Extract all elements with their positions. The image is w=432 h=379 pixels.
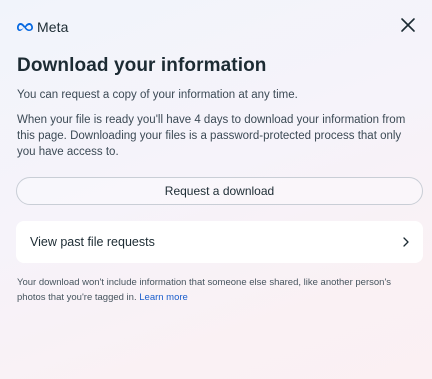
description-request-anytime: You can request a copy of your informati… [17, 89, 298, 101]
download-footnote: Your download won't include information … [17, 275, 420, 305]
view-past-requests-label: View past file requests [30, 235, 155, 249]
close-button[interactable] [396, 15, 420, 39]
request-download-label: Request a download [164, 184, 275, 198]
learn-more-link[interactable]: Learn more [139, 292, 188, 303]
view-past-requests-item[interactable]: View past file requests [16, 221, 423, 263]
request-download-button[interactable]: Request a download [16, 177, 423, 205]
meta-brand: Meta [16, 19, 69, 35]
download-info-panel: Meta Download your information You can r… [0, 0, 432, 379]
description-download-window: When your file is ready you'll have 4 da… [17, 114, 406, 158]
footnote-text: Your download won't include information … [17, 277, 392, 303]
panel-header: Meta [16, 14, 420, 40]
chevron-right-icon [402, 237, 410, 247]
meta-logo-icon [16, 21, 34, 33]
page-title: Download your information [17, 55, 267, 76]
meta-wordmark: Meta [37, 19, 69, 35]
close-icon [400, 17, 416, 38]
